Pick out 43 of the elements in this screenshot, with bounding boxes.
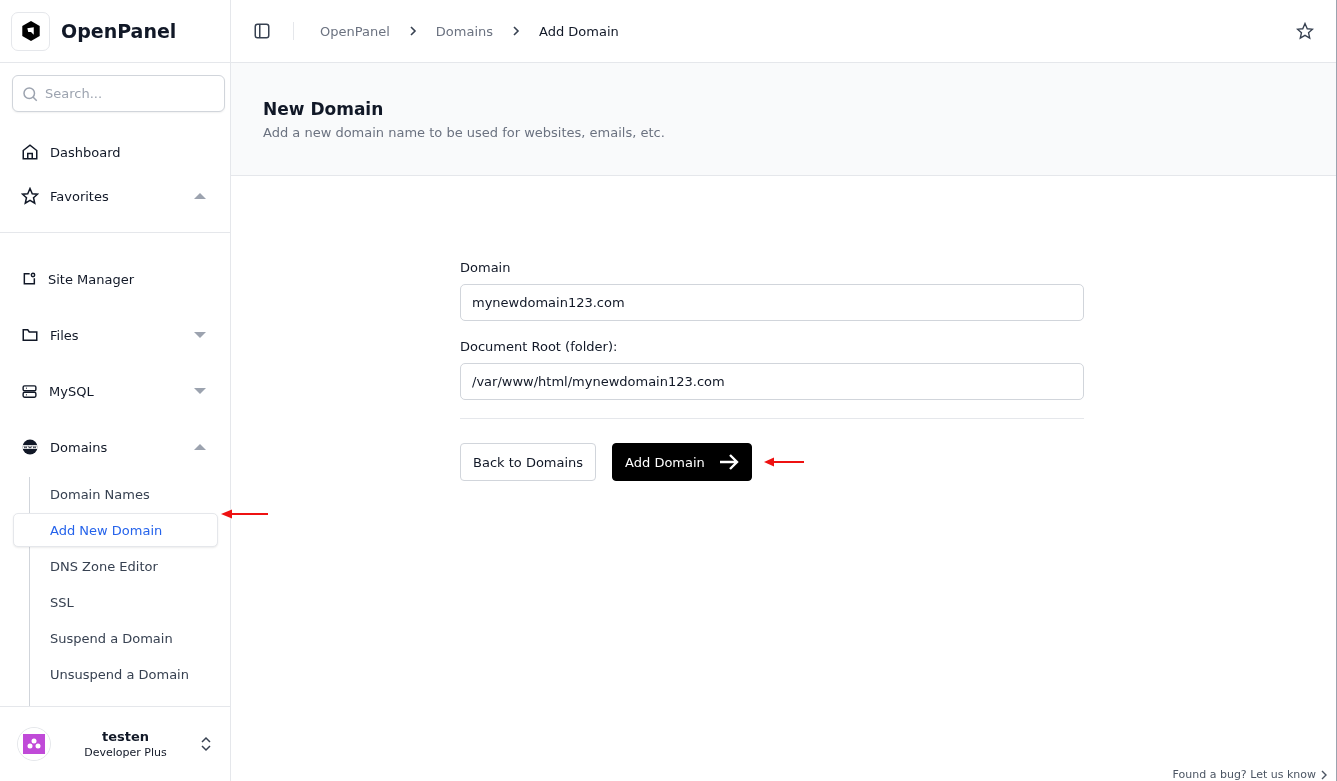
page-subtitle: Add a new domain name to be used for websites, emails, etc. (263, 124, 666, 140)
field-label: Document Root (folder): (460, 339, 619, 354)
search-field[interactable]: Search... (12, 75, 225, 112)
nav-item[interactable]: MySQL (0, 363, 230, 419)
nav-item[interactable]: Domains (0, 419, 230, 475)
back-button[interactable]: Back to Domains (460, 443, 597, 481)
input-field[interactable]: mynewdomain123.com (460, 284, 1084, 321)
database-icon (21, 382, 38, 400)
nav-item[interactable]: Favorites (0, 174, 230, 218)
chevron-right-icon (1320, 769, 1328, 780)
nav-item[interactable]: Site Manager (0, 251, 230, 307)
user-name: testen (101, 729, 150, 744)
star-icon[interactable] (1296, 22, 1314, 40)
add-domain-button[interactable]: Add Domain (612, 443, 752, 481)
nav-item[interactable]: Files (0, 307, 230, 363)
arrow-right-icon (718, 454, 739, 470)
search-icon (21, 85, 39, 103)
logo-icon (11, 11, 50, 51)
nav-item[interactable]: Dashboard (0, 130, 230, 174)
star-icon (21, 187, 39, 205)
submenu-item[interactable]: DNS Zone Editor (13, 549, 218, 583)
chevron-right-icon (511, 25, 521, 37)
submenu-item[interactable]: Add New Domain (13, 513, 218, 547)
submenu-item[interactable]: Domain Names (13, 477, 218, 511)
bug-report-link[interactable]: Found a bug? Let us know (1172, 768, 1316, 781)
user-plan: Developer Plus (84, 746, 167, 759)
breadcrumb-link[interactable]: Domains (435, 23, 493, 39)
submenu-item[interactable]: Suspend a Domain (13, 621, 218, 655)
home-icon (21, 143, 39, 161)
submenu-item[interactable]: SSL (13, 585, 218, 619)
arrow-icon (763, 457, 804, 467)
input-field[interactable]: /var/www/html/mynewdomain123.com (460, 363, 1084, 400)
chevron-updown-icon[interactable] (200, 736, 212, 752)
chevron-right-icon (407, 25, 418, 37)
folder-icon (21, 326, 39, 344)
sidebar-toggle-icon[interactable] (253, 22, 271, 40)
page-title: New Domain (263, 98, 385, 119)
submenu-item[interactable]: Unsuspend a Domain (13, 657, 218, 691)
arrow-icon (221, 509, 269, 519)
globe-icon (21, 438, 39, 456)
field-label: Domain (460, 260, 512, 275)
brand-name: OpenPanel (61, 20, 177, 42)
breadcrumb-link[interactable]: OpenPanel (320, 23, 390, 39)
